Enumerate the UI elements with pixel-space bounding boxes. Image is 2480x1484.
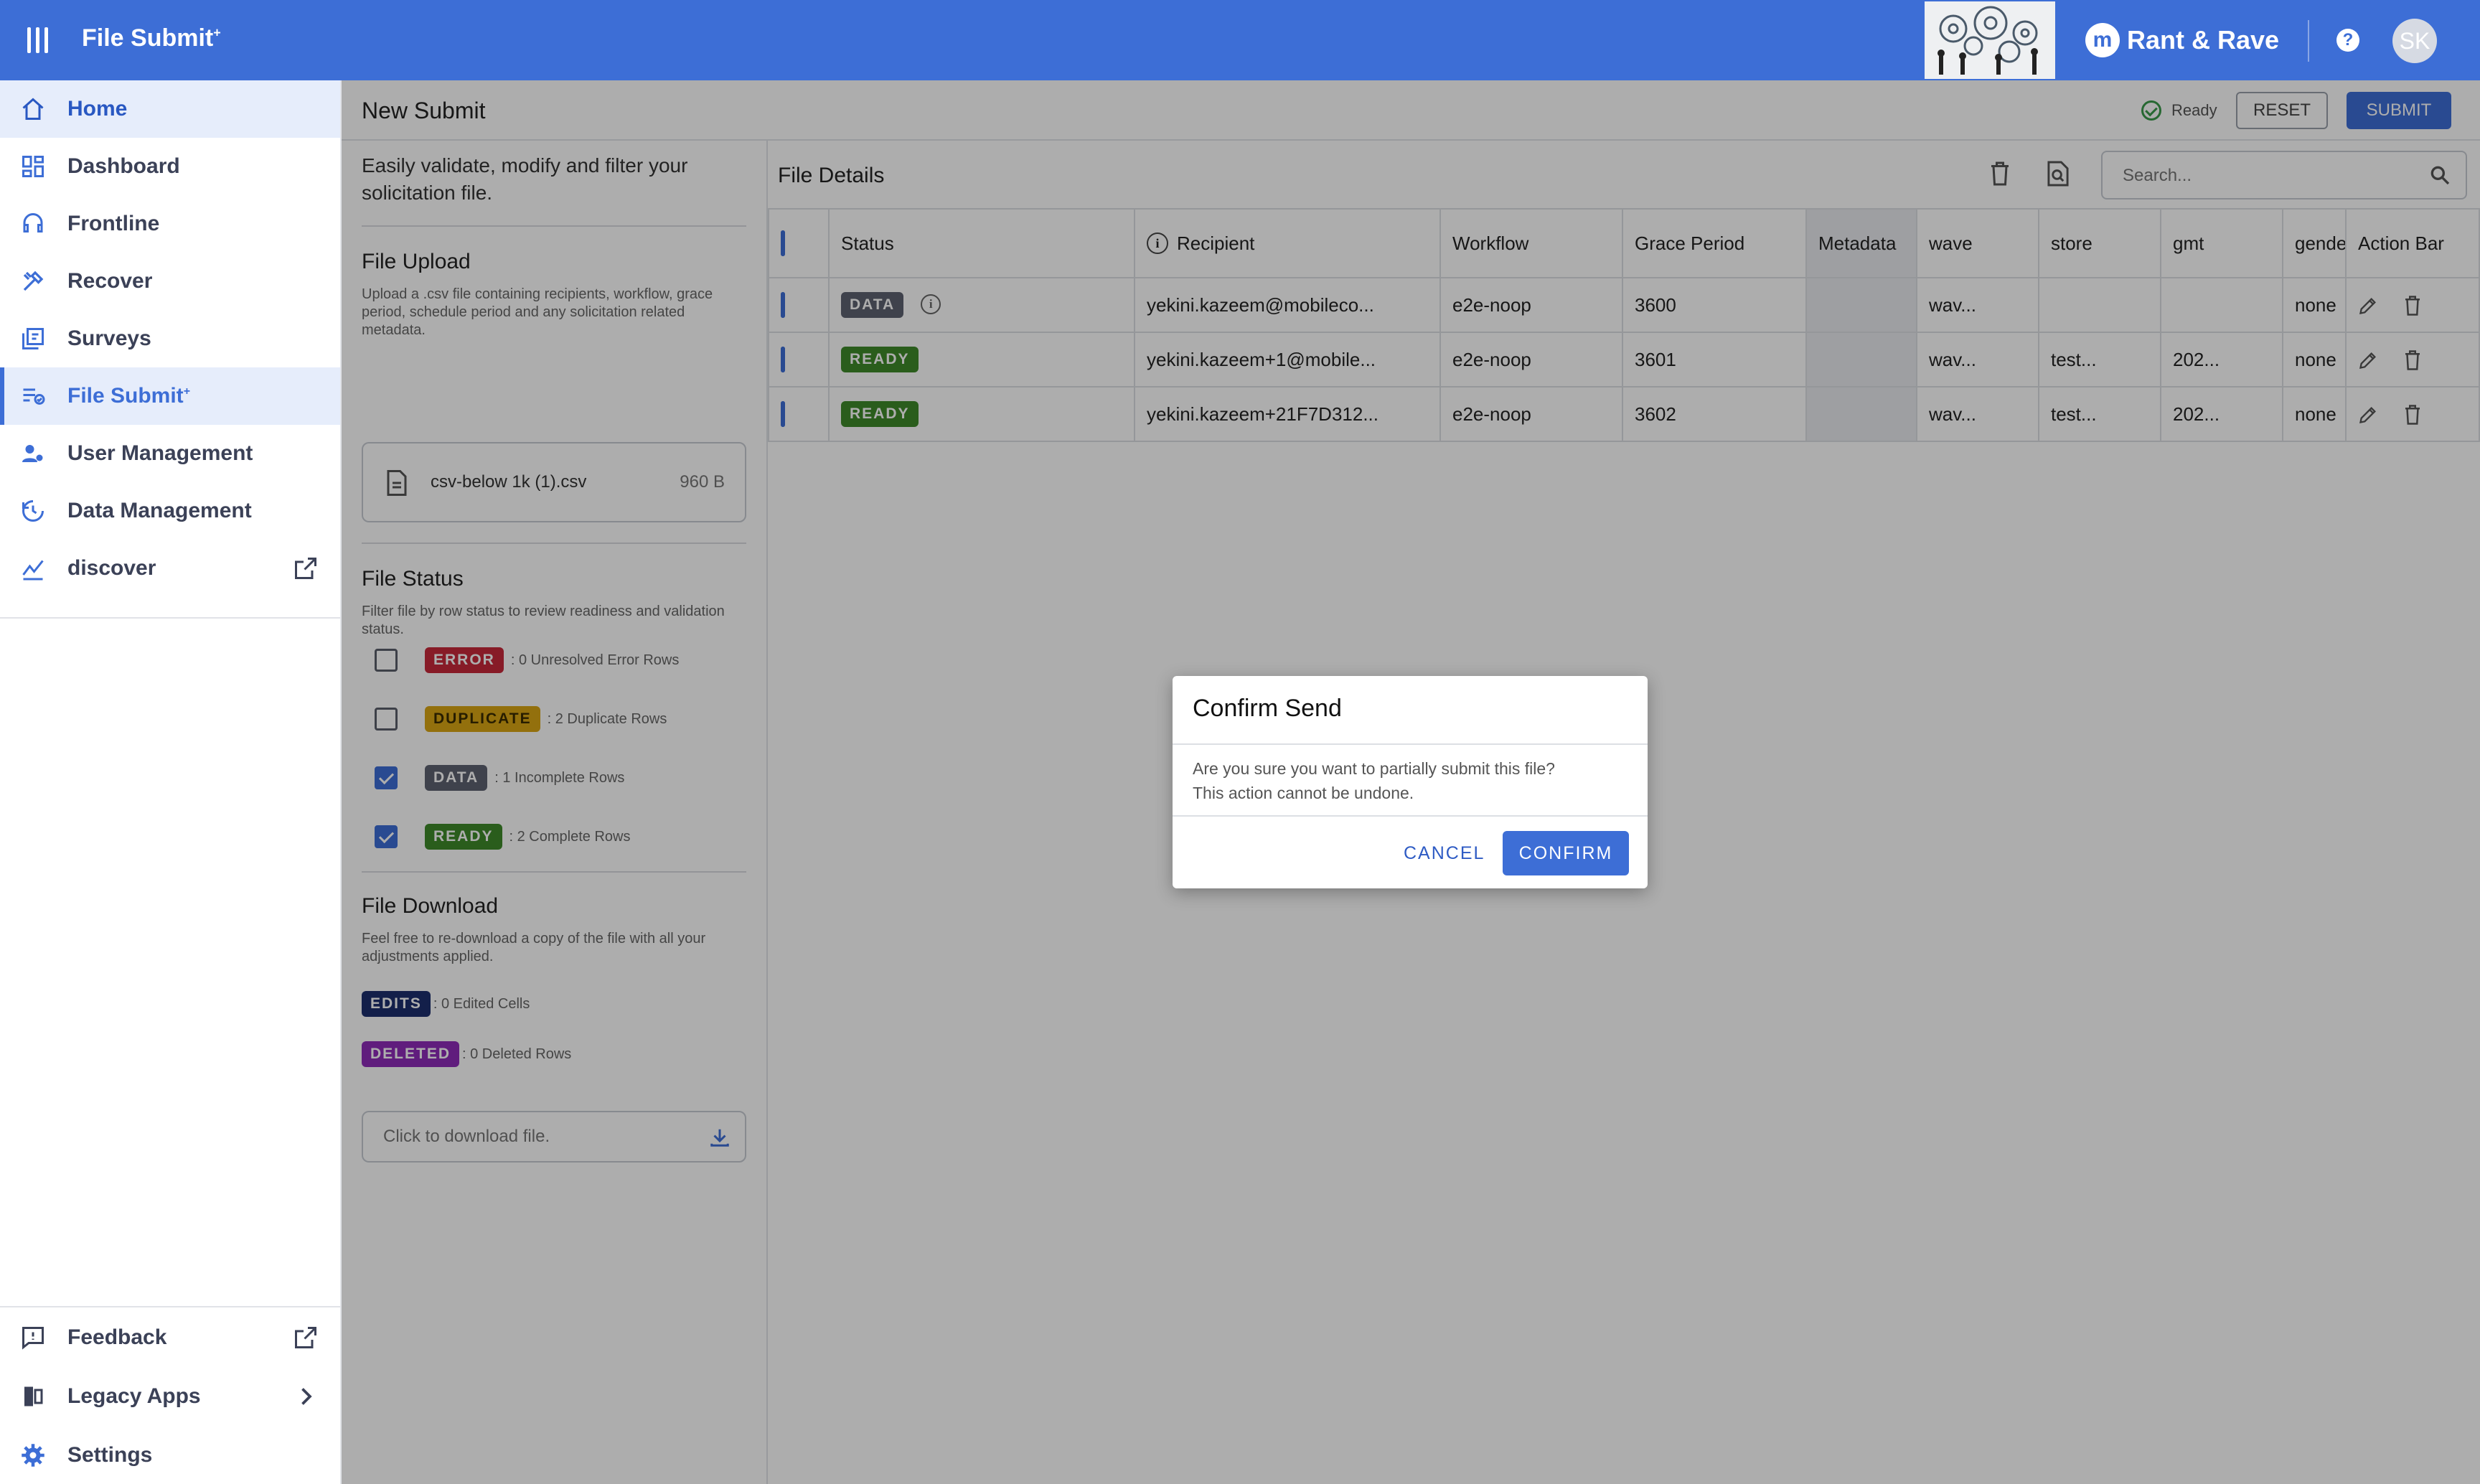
sidebar-footer-divider [0,1306,340,1307]
sidebar-item-legacy-apps[interactable]: Legacy Apps [0,1368,340,1425]
sidebar-item-settings[interactable]: Settings [0,1427,340,1484]
brand-name: Rant & Rave [2127,25,2280,55]
app-title: File Submit+ [82,24,221,52]
sidebar-item-dashboard[interactable]: Dashboard [0,138,340,195]
sidebar-item-label: Settings [67,1443,153,1467]
dashboard-icon [22,156,44,177]
sidebar-item-frontline[interactable]: Frontline [0,195,340,253]
external-link-icon[interactable] [293,1325,319,1351]
cancel-button[interactable]: CANCEL [1389,831,1499,875]
help-icon[interactable]: ? [2336,29,2359,52]
sidebar-item-home[interactable]: Home [0,80,340,138]
sidebar-item-surveys[interactable]: Surveys [0,310,340,367]
sidebar-item-label-sup: + [183,385,191,398]
external-link-icon[interactable] [293,555,319,581]
home-icon [22,98,44,120]
banner-image [1925,1,2055,79]
confirm-send-dialog: Confirm Send Are you sure you want to pa… [1173,676,1648,888]
sidebar-item-label: Recover [67,269,153,293]
user-management-icon [22,445,43,462]
sidebar: Home Dashboard Frontline Recover Surveys… [0,80,342,1484]
sidebar-item-user-management[interactable]: User Management [0,425,340,482]
chevron-right-icon[interactable] [293,1384,319,1409]
dialog-body-line: This action cannot be undone. [1193,784,1414,802]
sidebar-item-feedback[interactable]: Feedback [0,1309,340,1366]
sidebar-item-data-management[interactable]: Data Management [0,482,340,540]
dialog-divider [1173,743,1648,745]
sidebar-item-label: Surveys [67,327,151,350]
top-divider [2308,20,2309,62]
gear-icon [22,1444,44,1467]
feedback-icon [22,1327,44,1350]
sidebar-item-label: discover [67,556,156,580]
sidebar-item-label: User Management [67,441,253,465]
data-management-icon [22,500,44,522]
dialog-title: Confirm Send [1193,695,1342,722]
sidebar-item-file-submit[interactable]: File Submit+ [0,367,340,425]
survey-icon [22,328,44,349]
sidebar-item-label: Legacy Apps [67,1384,201,1408]
legacy-apps-icon [24,1386,43,1406]
app-title-text: File Submit [82,24,214,52]
sidebar-item-label: Frontline [67,212,160,235]
dialog-divider [1173,815,1648,817]
dialog-body: Are you sure you want to partially submi… [1193,756,1623,805]
app-title-sup: + [213,25,221,40]
sidebar-item-label: Home [67,97,128,121]
sidebar-item-label: Dashboard [67,154,180,178]
avatar[interactable]: SK [2392,19,2437,63]
discover-icon [22,560,44,581]
menu-icon[interactable] [27,27,49,53]
brand-mark-icon: m [2085,23,2120,57]
sidebar-item-recover[interactable]: Recover [0,253,340,310]
sidebar-item-label: File Submit+ [67,384,190,408]
sidebar-item-label: Data Management [67,499,252,522]
confirm-button[interactable]: CONFIRM [1503,831,1629,875]
sidebar-item-discover[interactable]: discover [0,540,340,597]
sidebar-divider [0,617,340,619]
sidebar-item-label: Feedback [67,1325,167,1349]
brand-logo: m Rant & Rave [2085,22,2279,59]
tools-icon [23,271,44,291]
top-bar: File Submit+ m Rant & Rave ? SK [0,0,2480,80]
sidebar-item-label-text: File Submit [67,384,184,408]
dialog-body-line: Are you sure you want to partially submi… [1193,759,1555,778]
headset-icon [23,213,43,233]
file-submit-icon [23,388,45,405]
